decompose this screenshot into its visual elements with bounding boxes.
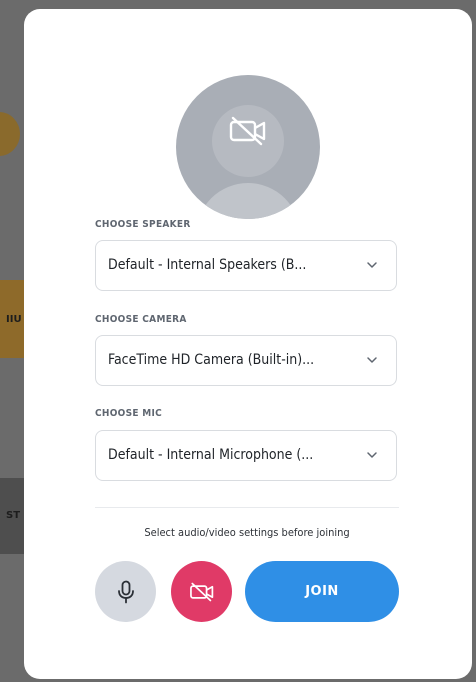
chevron-down-icon	[367, 262, 377, 268]
camera-off-icon	[229, 116, 266, 146]
mic-value: Default - Internal Microphone (...	[108, 447, 314, 463]
avatar-body	[196, 183, 300, 219]
settings-hint: Select audio/video settings before joini…	[144, 526, 350, 539]
join-button[interactable]: JOIN	[245, 561, 399, 622]
microphone-icon	[117, 580, 134, 603]
speaker-select[interactable]: Default - Internal Speakers (B...	[95, 240, 397, 291]
camera-value: FaceTime HD Camera (Built-in)...	[108, 352, 315, 368]
background-text: IIU	[6, 314, 22, 325]
camera-off-icon	[189, 582, 213, 601]
camera-preview	[176, 75, 320, 219]
device-settings-modal: CHOOSE SPEAKER Default - Internal Speake…	[24, 9, 472, 679]
divider	[95, 507, 399, 508]
chevron-down-icon	[367, 452, 377, 458]
camera-select[interactable]: FaceTime HD Camera (Built-in)...	[95, 335, 397, 386]
chevron-down-icon	[367, 357, 377, 363]
mic-label: CHOOSE MIC	[95, 408, 163, 419]
speaker-value: Default - Internal Speakers (B...	[108, 257, 307, 273]
mic-select[interactable]: Default - Internal Microphone (...	[95, 430, 397, 481]
background-avatar	[0, 112, 20, 156]
toggle-camera-button[interactable]	[171, 561, 232, 622]
speaker-label: CHOOSE SPEAKER	[95, 219, 191, 230]
camera-label: CHOOSE CAMERA	[95, 314, 187, 325]
toggle-mic-button[interactable]	[95, 561, 156, 622]
background-text: ST	[6, 510, 21, 521]
